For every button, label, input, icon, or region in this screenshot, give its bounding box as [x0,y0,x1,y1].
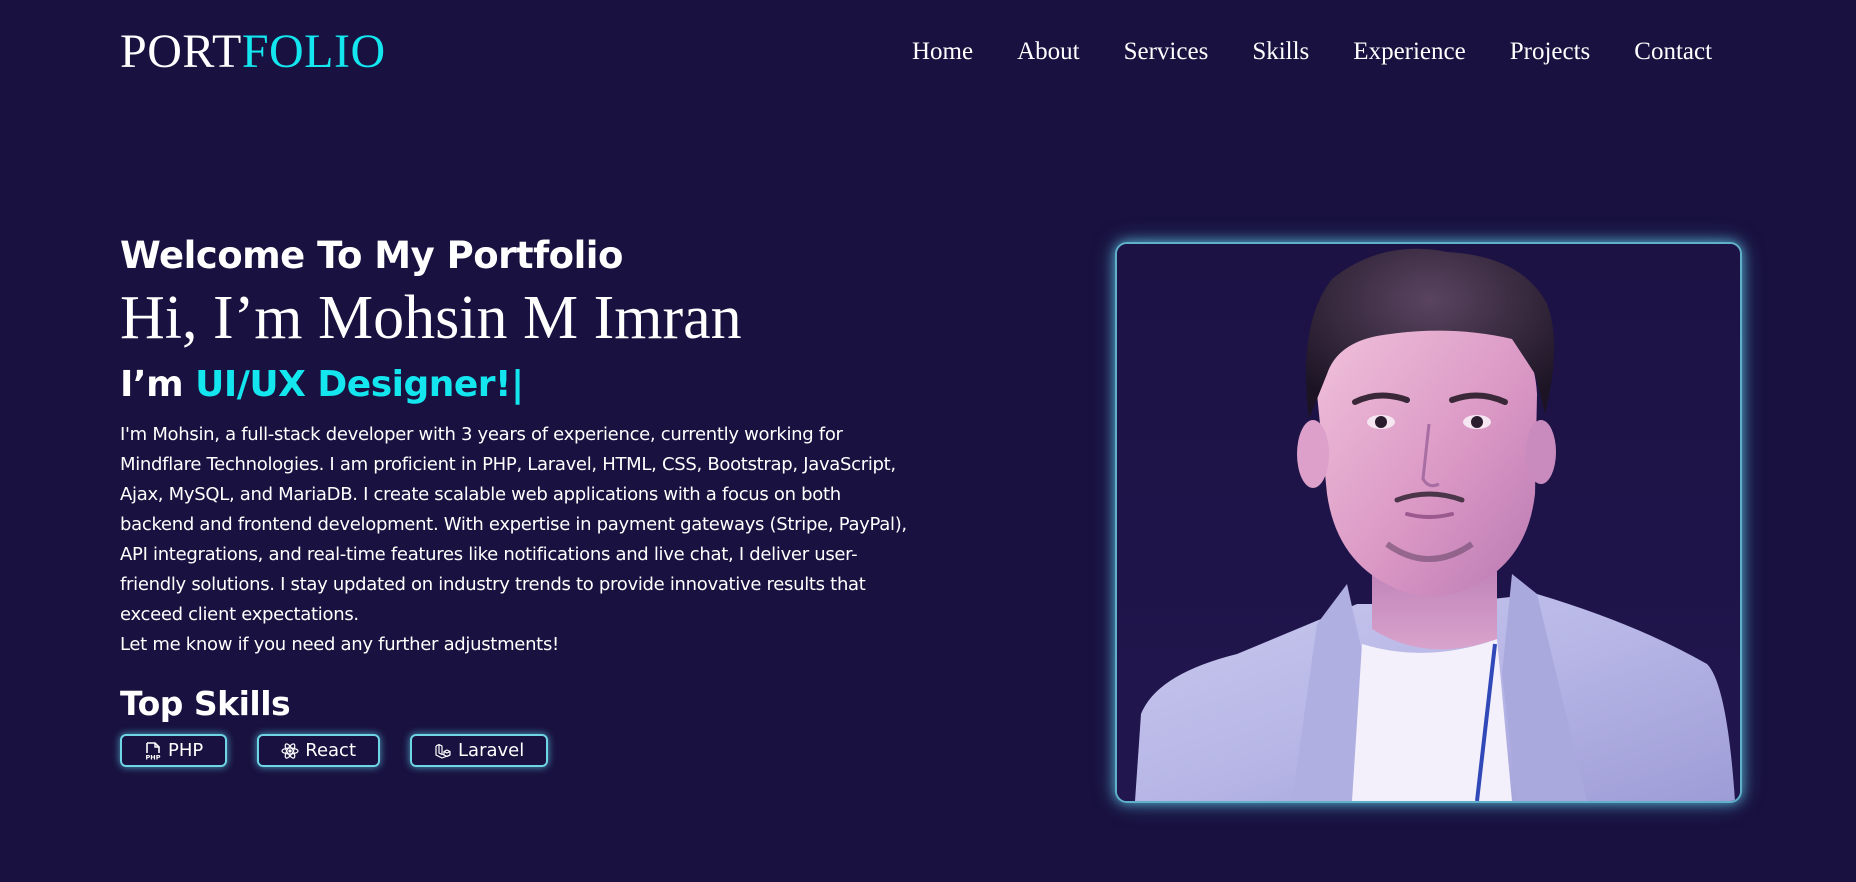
skill-badge-php[interactable]: PHP PHP [120,734,228,767]
nav-link-services[interactable]: Services [1124,36,1209,68]
nav-link-contact[interactable]: Contact [1634,36,1712,68]
skill-label-laravel: Laravel [458,740,525,761]
nav-link-projects[interactable]: Projects [1510,36,1591,68]
skill-label-react: React [305,740,357,761]
logo-accent-text: FOLIO [241,25,386,78]
welcome-heading: Welcome To My Portfolio [120,234,623,277]
skills-list: PHP PHP React Laravel [120,734,920,767]
nav-menu: Home About Services Skills Experience Pr… [912,36,1712,68]
skill-badge-react[interactable]: React [257,734,381,767]
nav-link-skills[interactable]: Skills [1252,36,1309,68]
hero-intro: Welcome To My Portfolio Hi, I’m Mohsin M… [120,232,920,767]
bio-paragraph: I'm Mohsin, a full-stack developer with … [120,424,907,625]
role-heading: I’m UI/UX Designer!| [120,360,920,410]
nav-link-about[interactable]: About [1017,36,1080,68]
svg-text:PHP: PHP [146,753,161,760]
logo-main-text: PORT [120,25,242,78]
bio: I'm Mohsin, a full-stack developer with … [120,420,920,660]
profile-photo [1115,242,1742,803]
nav-link-experience[interactable]: Experience [1353,36,1465,68]
bio-note: Let me know if you need any further adju… [120,634,559,655]
navbar: PORTFOLIO Home About Services Skills Exp… [0,0,1856,110]
react-atom-icon [281,742,299,760]
laravel-icon [434,742,452,760]
name-heading: Hi, I’m Mohsin M Imran [120,284,742,352]
skill-badge-laravel[interactable]: Laravel [410,734,549,767]
php-file-icon: PHP [144,741,162,760]
role-typed-text: UI/UX Designer!| [195,364,524,405]
skill-label-php: PHP [168,740,204,761]
site-logo[interactable]: PORTFOLIO [120,24,386,80]
role-prefix: I’m [120,364,196,405]
nav-link-home[interactable]: Home [912,36,973,68]
top-skills-heading: Top Skills [120,684,291,723]
